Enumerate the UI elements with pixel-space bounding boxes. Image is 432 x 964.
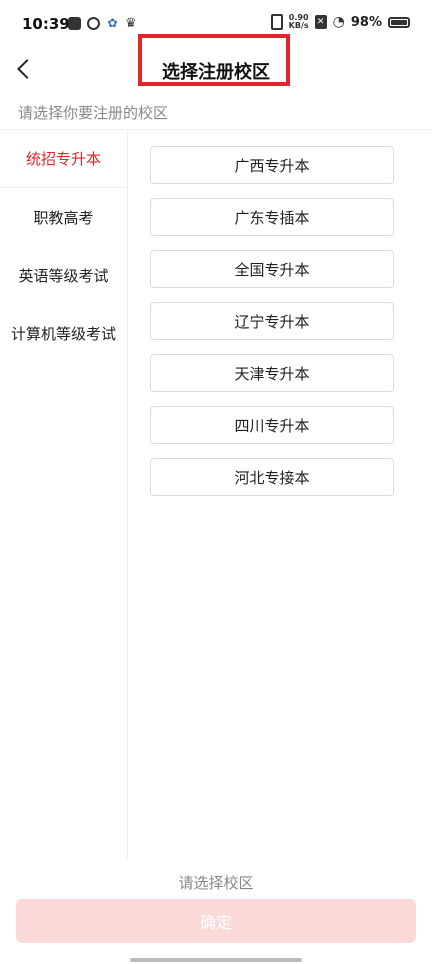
vibrate-icon <box>270 14 283 30</box>
campus-option[interactable]: 全国专升本 <box>150 250 394 288</box>
crown-icon: ♛ <box>125 16 137 31</box>
battery-percent: 98% <box>350 14 382 30</box>
campus-option[interactable]: 四川专升本 <box>150 406 394 444</box>
sidebar-item-computer[interactable]: 计算机等级考试 <box>0 304 127 362</box>
campus-option[interactable]: 辽宁专升本 <box>150 302 394 340</box>
battery-icon <box>388 16 410 28</box>
no-sim-icon: ✕ <box>314 15 327 29</box>
campus-option[interactable]: 广东专插本 <box>150 198 394 236</box>
sync-icon <box>87 17 100 30</box>
subtitle: 请选择你要注册的校区 <box>18 104 169 122</box>
flower-icon: ✿ <box>107 16 118 30</box>
sidebar-item-english[interactable]: 英语等级考试 <box>0 246 127 304</box>
confirm-button[interactable]: 确定 <box>16 899 416 943</box>
header: 选择注册校区 <box>0 34 432 90</box>
sidebar-item-zhijiao[interactable]: 职教高考 <box>0 188 127 246</box>
message-icon <box>68 17 81 30</box>
campus-option[interactable]: 河北专接本 <box>150 458 394 496</box>
selection-hint: 请选择校区 <box>178 874 254 892</box>
network-speed-unit: KB/s <box>288 21 309 30</box>
sidebar-item-tongzhao[interactable]: 统招专升本 <box>0 130 127 188</box>
system-icons: 0.90 KB/s ✕ ◔ 98% <box>270 14 410 30</box>
campus-option[interactable]: 天津专升本 <box>150 354 394 392</box>
status-time: 10:39 <box>22 15 70 33</box>
highlight-box <box>138 34 290 86</box>
category-sidebar: 统招专升本 职教高考 英语等级考试 计算机等级考试 <box>0 130 128 860</box>
campus-option[interactable]: 广西专升本 <box>150 146 394 184</box>
notification-icons: ✿ ♛ <box>68 17 138 30</box>
campus-list: 广西专升本 广东专插本 全国专升本 辽宁专升本 天津专升本 四川专升本 河北专接… <box>150 146 394 510</box>
home-indicator[interactable] <box>130 958 302 962</box>
wifi-icon: ◔ <box>332 14 345 30</box>
network-speed: 0.90 KB/s <box>289 14 309 30</box>
